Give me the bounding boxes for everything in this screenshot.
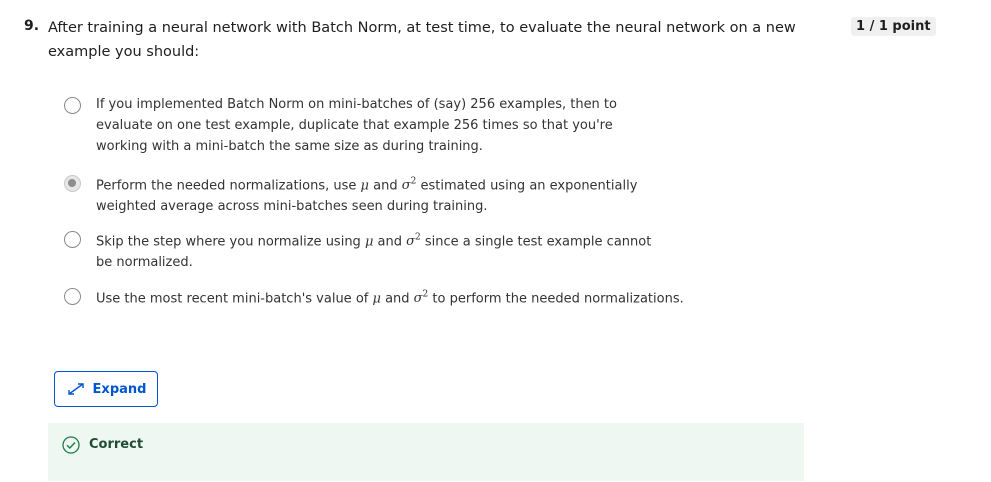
option-text: If you implemented Batch Norm on mini-ba…	[96, 97, 617, 154]
radio-button[interactable]	[64, 97, 81, 114]
question-text: After training a neural network with Bat…	[48, 20, 796, 60]
sigma-symbol: σ2	[401, 177, 417, 194]
option-text: Use the most recent mini-batch's value o…	[96, 290, 684, 307]
sigma-symbol: σ2	[413, 290, 429, 307]
expand-arrows-icon	[66, 381, 86, 397]
radio-button[interactable]	[64, 288, 81, 305]
radio-button-selected[interactable]	[64, 175, 81, 192]
mu-symbol: μ	[372, 291, 381, 307]
question-number: 9.	[24, 18, 40, 34]
expand-button[interactable]: Expand	[54, 371, 158, 407]
answer-option-4[interactable]: Use the most recent mini-batch's value o…	[64, 288, 696, 309]
radio-button[interactable]	[64, 231, 81, 248]
answer-option-1[interactable]: If you implemented Batch Norm on mini-ba…	[64, 97, 666, 157]
answer-option-3[interactable]: Skip the step where you normalize using …	[64, 231, 666, 273]
feedback-panel: Correct	[48, 423, 804, 481]
answer-option-2[interactable]: Perform the needed normalizations, use μ…	[64, 175, 666, 217]
score-badge: 1 / 1 point	[851, 17, 936, 36]
mu-symbol: μ	[360, 178, 369, 194]
option-text: Perform the needed normalizations, use μ…	[96, 177, 638, 215]
check-circle-icon	[62, 436, 80, 454]
feedback-label: Correct	[89, 437, 144, 452]
quiz-question: 9. After training a neural network with …	[0, 0, 991, 482]
sigma-symbol: σ2	[406, 233, 421, 250]
expand-label: Expand	[92, 381, 147, 397]
option-text: Skip the step where you normalize using …	[96, 233, 652, 271]
